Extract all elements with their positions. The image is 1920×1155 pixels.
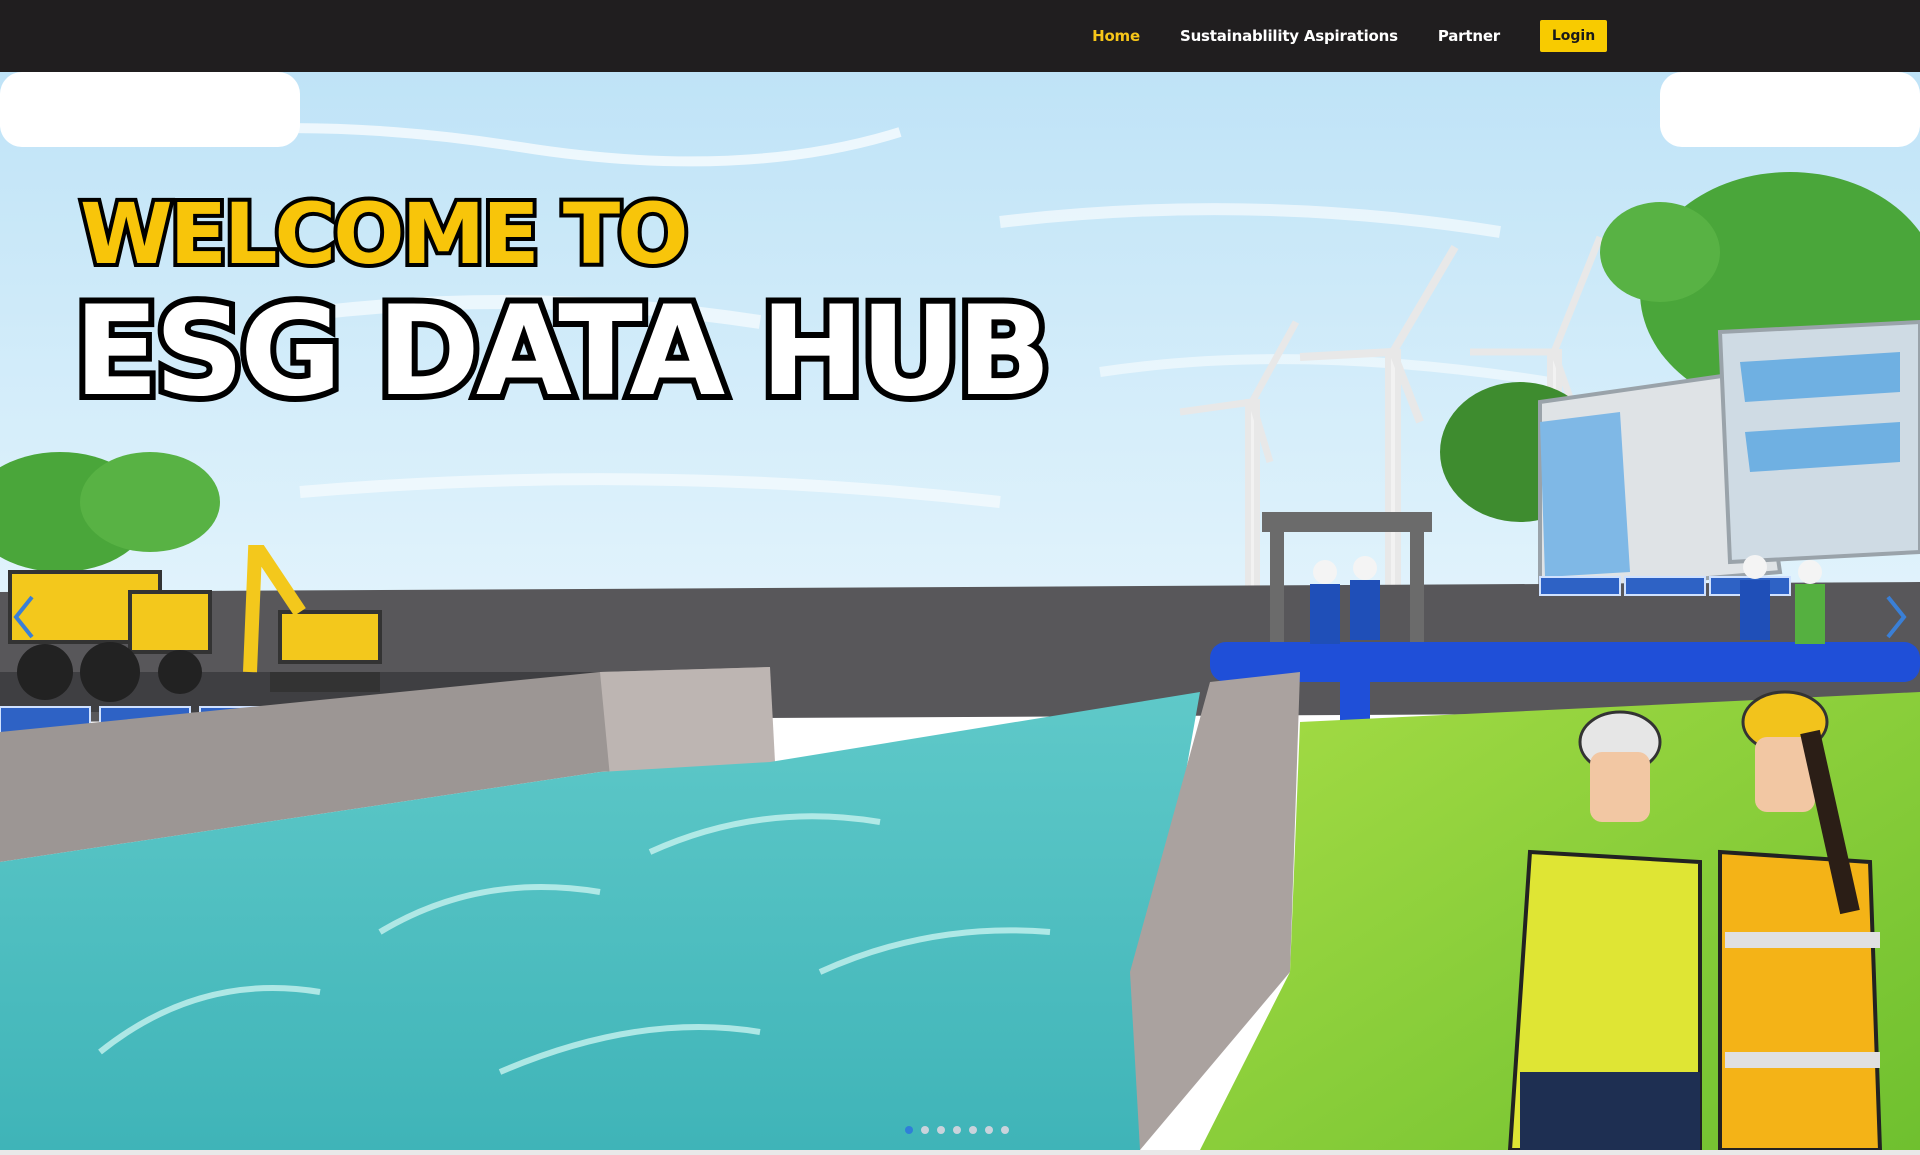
carousel-dot[interactable] <box>969 1126 977 1134</box>
nav-link-home[interactable]: Home <box>1092 27 1140 45</box>
hero-carousel: WELCOME TO ESG DATA HUB <box>0 72 1920 1150</box>
top-navbar: Home Sustainablility Aspirations Partner… <box>0 0 1920 72</box>
carousel-dot[interactable] <box>937 1126 945 1134</box>
carousel-dot[interactable] <box>985 1126 993 1134</box>
chevron-left-icon[interactable] <box>6 587 42 647</box>
carousel-dot[interactable] <box>921 1126 929 1134</box>
carousel-indicators <box>905 1126 1009 1134</box>
nav-links: Home Sustainablility Aspirations Partner… <box>1092 0 1607 72</box>
hero-title: ESG DATA HUB <box>68 280 1057 424</box>
login-button[interactable]: Login <box>1540 20 1607 52</box>
hero-welcome-heading: WELCOME TO <box>76 185 693 283</box>
carousel-dot[interactable] <box>905 1126 913 1134</box>
nav-link-sustainability-aspirations[interactable]: Sustainablility Aspirations <box>1180 27 1398 45</box>
page-bottom-strip <box>0 1150 1920 1155</box>
nav-link-partner[interactable]: Partner <box>1438 27 1500 45</box>
chevron-right-icon[interactable] <box>1878 587 1914 647</box>
carousel-dot[interactable] <box>1001 1126 1009 1134</box>
carousel-dot[interactable] <box>953 1126 961 1134</box>
